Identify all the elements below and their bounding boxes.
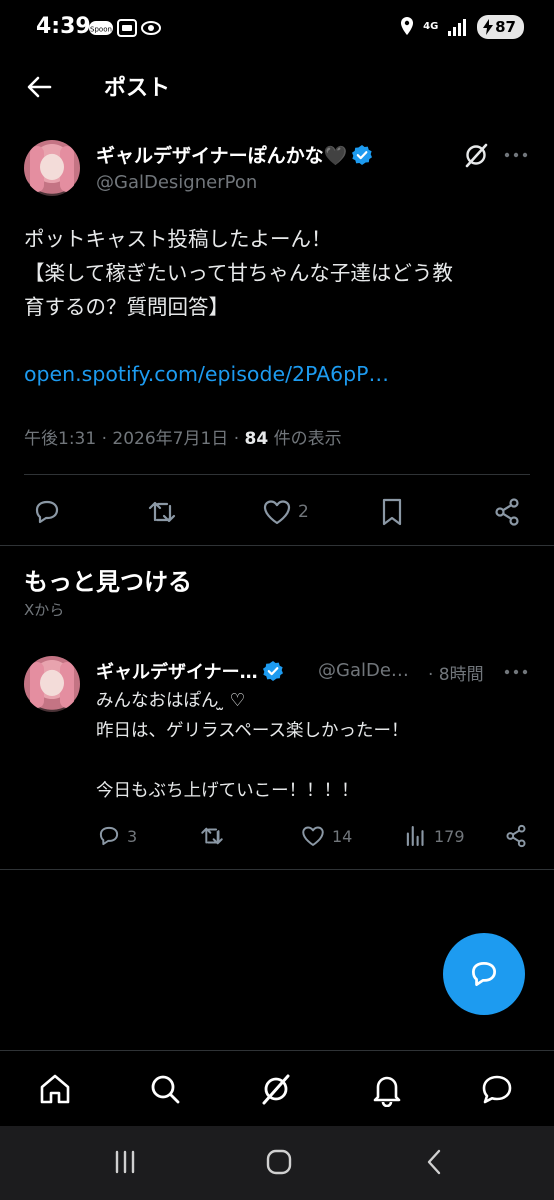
suggested-post-text: みんなおはぽん ̫ ♡ 昨日は、ゲリラスペース楽しかったー！ 今日もぶち上げてい… (96, 686, 409, 806)
back-button-icon[interactable] (420, 1147, 450, 1177)
reply-count: 3 (127, 827, 138, 846)
location-icon (401, 17, 414, 35)
page-title: ポスト (104, 76, 171, 101)
like-count: 2 (298, 502, 309, 522)
more-icon[interactable] (504, 150, 528, 160)
signal-icon (448, 19, 467, 36)
view-count-label: 件の表示 (273, 429, 342, 449)
bottom-nav (0, 1050, 554, 1126)
suggested-author[interactable]: ギャルデザイナー… (96, 658, 284, 684)
status-time: 4:39 (36, 14, 91, 39)
charging-icon (483, 19, 494, 35)
messages-icon[interactable] (479, 1071, 515, 1107)
network-label: 4G (423, 21, 439, 32)
post-text-line: 【楽して稼ぎたいって甘ちゃんな子達はどう教 (24, 261, 453, 285)
svg-text:Spoon: Spoon (90, 26, 112, 34)
verified-badge-icon (262, 661, 283, 681)
search-icon[interactable] (147, 1071, 183, 1107)
display-name: ギャルデザイナー… (96, 662, 258, 683)
like-count: 14 (332, 827, 353, 846)
post-text-line (96, 746, 409, 776)
post-text-line: みんなおはぽん ̫ ♡ (96, 691, 246, 711)
notification-app-icon (141, 21, 161, 35)
view-count[interactable]: 84 (245, 429, 269, 449)
section-divider (0, 869, 554, 870)
section-divider (0, 545, 554, 546)
post-text: ポットキャスト投稿したよーん！ 【楽して稼ぎたいって甘ちゃんな子達はどう教 育す… (24, 222, 534, 324)
battery-level: 87 (495, 18, 516, 36)
post-date: 2026年7月1日 (112, 429, 229, 449)
discover-title: もっと見つける (24, 568, 192, 596)
like-icon[interactable] (300, 823, 326, 849)
views-count: 179 (434, 827, 465, 846)
post-author-name[interactable]: ギャルデザイナーぽんかな🖤 (96, 141, 373, 168)
battery-indicator: 87 (477, 15, 524, 39)
compose-icon (471, 961, 497, 987)
share-icon[interactable] (503, 823, 529, 849)
suggested-handle[interactable]: @GalDe… (318, 660, 409, 681)
compose-button[interactable] (443, 933, 525, 1015)
verified-badge-icon (352, 145, 373, 165)
grok-icon[interactable] (258, 1071, 294, 1107)
reply-icon[interactable] (96, 823, 122, 849)
notifications-icon[interactable] (369, 1071, 405, 1107)
reply-icon[interactable] (31, 496, 63, 528)
like-icon[interactable] (261, 496, 293, 528)
notification-app-icon (117, 19, 137, 37)
post-text-line: ポットキャスト投稿したよーん！ (24, 227, 332, 251)
system-nav-bar (0, 1126, 554, 1200)
avatar[interactable] (24, 656, 80, 712)
home-button-icon[interactable] (264, 1147, 294, 1177)
post-meta: 午後1:31 · 2026年7月1日 · 84 件の表示 (24, 429, 342, 449)
discover-subtitle: Xから (24, 601, 65, 619)
repost-icon[interactable] (199, 823, 225, 849)
post-text-line: 今日もぶち上げていこー！！！！ (96, 781, 359, 801)
status-bar: 4:39 Spoon 4G 87 (0, 0, 554, 58)
back-arrow-icon[interactable] (22, 70, 56, 104)
display-name: ギャルデザイナーぽんかな🖤 (96, 145, 348, 167)
repost-icon[interactable] (146, 496, 178, 528)
avatar[interactable] (24, 140, 80, 196)
header: ポスト (0, 58, 554, 114)
post-author-handle[interactable]: @GalDesignerPon (96, 172, 257, 193)
post-text-line: 昨日は、ゲリラスペース楽しかったー！ (96, 721, 409, 741)
grok-icon[interactable] (462, 141, 490, 169)
bookmark-icon[interactable] (376, 496, 408, 528)
post-time: 午後1:31 (24, 429, 97, 449)
recent-apps-icon[interactable] (110, 1147, 140, 1177)
post-text-line: 育するの？質問回答】 (24, 295, 229, 319)
more-icon[interactable] (504, 667, 528, 677)
status-right: 4G 87 (399, 15, 524, 39)
views-icon[interactable] (403, 823, 429, 849)
notification-app-icon: Spoon (89, 21, 113, 35)
suggested-time: · 8時間 (428, 665, 484, 685)
home-icon[interactable] (37, 1071, 73, 1107)
divider (24, 474, 530, 475)
share-icon[interactable] (491, 496, 523, 528)
post-link[interactable]: open.spotify.com/episode/2PA6pP… (24, 362, 389, 386)
